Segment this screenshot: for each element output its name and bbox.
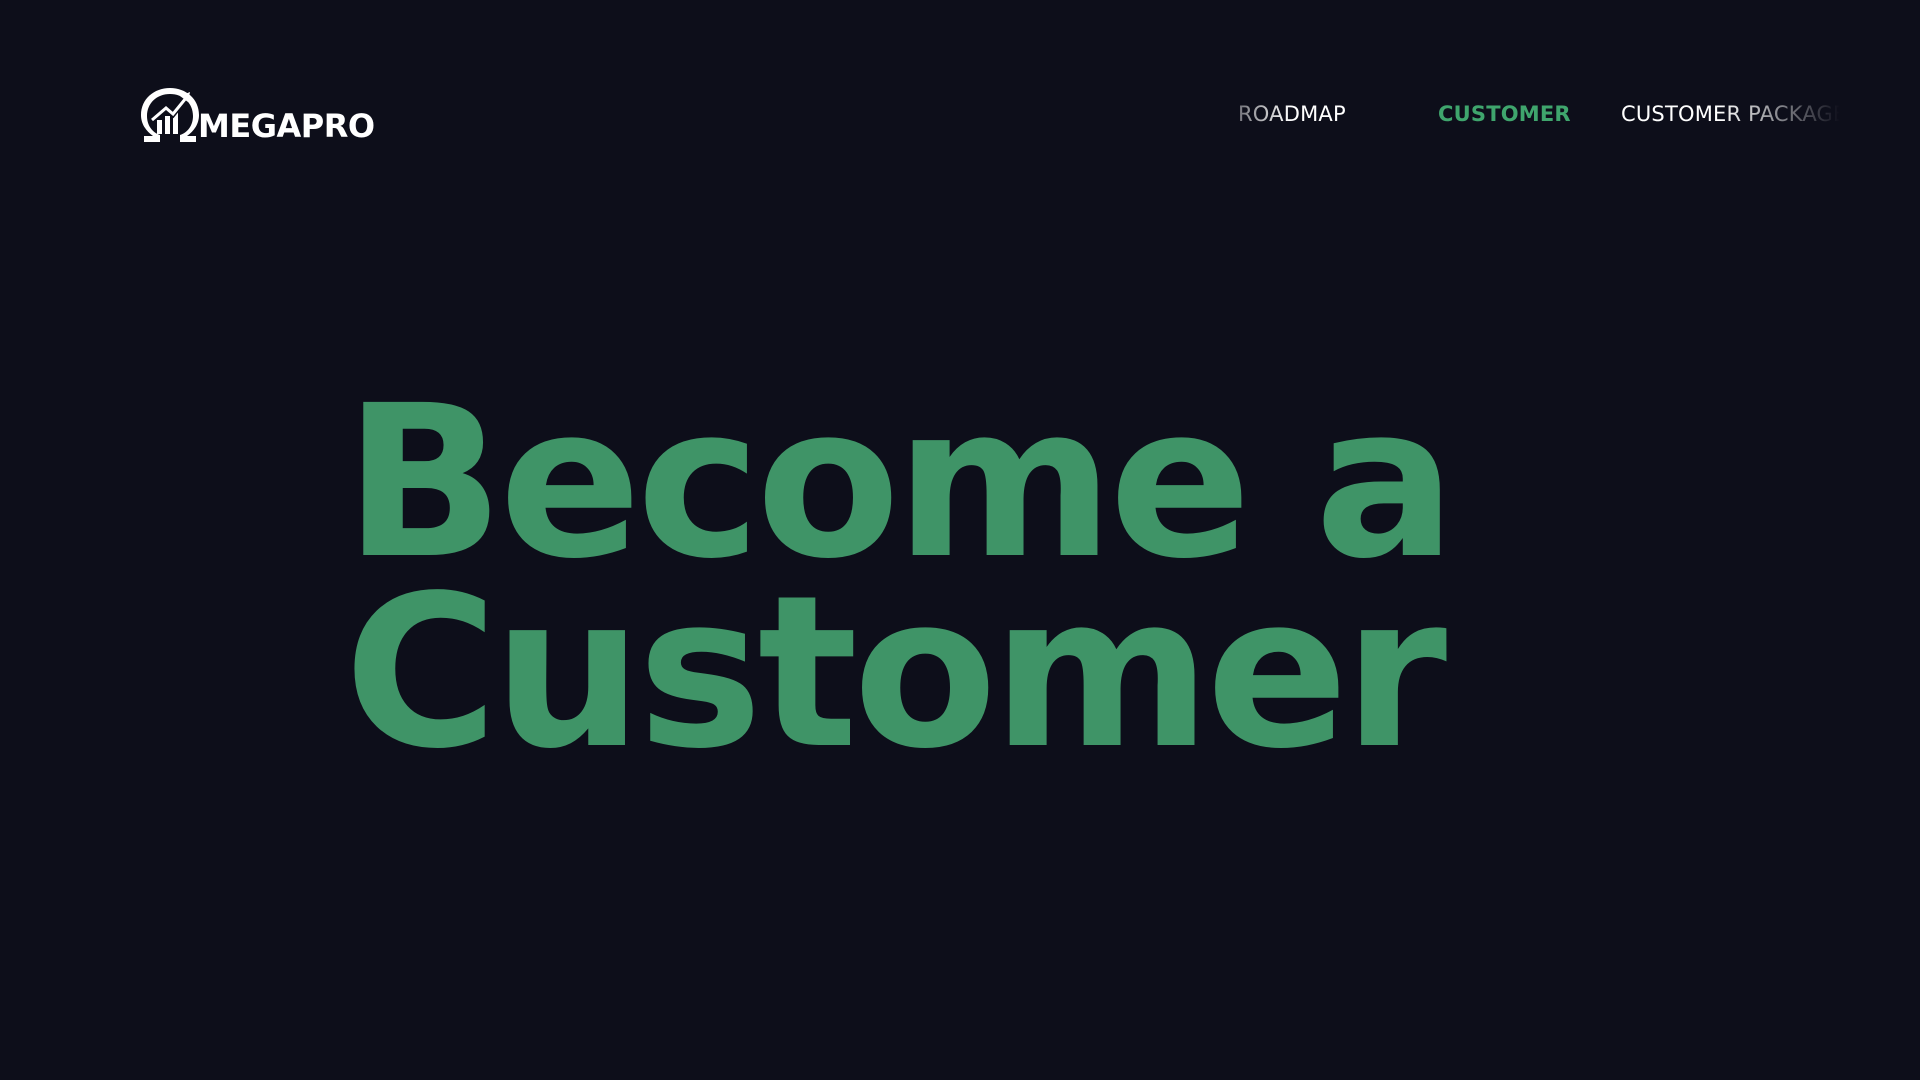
main-nav: ROADMAP CUSTOMER CUSTOMER PACKAGE (1200, 100, 1860, 134)
nav-item-customer-package[interactable]: CUSTOMER PACKAGE (1621, 104, 1847, 125)
brand-logo[interactable]: MEGAPRO (140, 86, 375, 148)
brand-name: MEGAPRO (198, 107, 375, 145)
omega-growth-chart-icon (141, 88, 199, 142)
site-header: MEGAPRO ROADMAP CUSTOMER CUSTOMER PACKAG… (0, 0, 1920, 240)
hero-title: Become a Customer (344, 378, 1644, 795)
hero-title-line-2: Customer (344, 550, 1447, 795)
nav-item-roadmap[interactable]: ROADMAP (1238, 104, 1346, 125)
nav-item-customer[interactable]: CUSTOMER (1438, 104, 1571, 125)
